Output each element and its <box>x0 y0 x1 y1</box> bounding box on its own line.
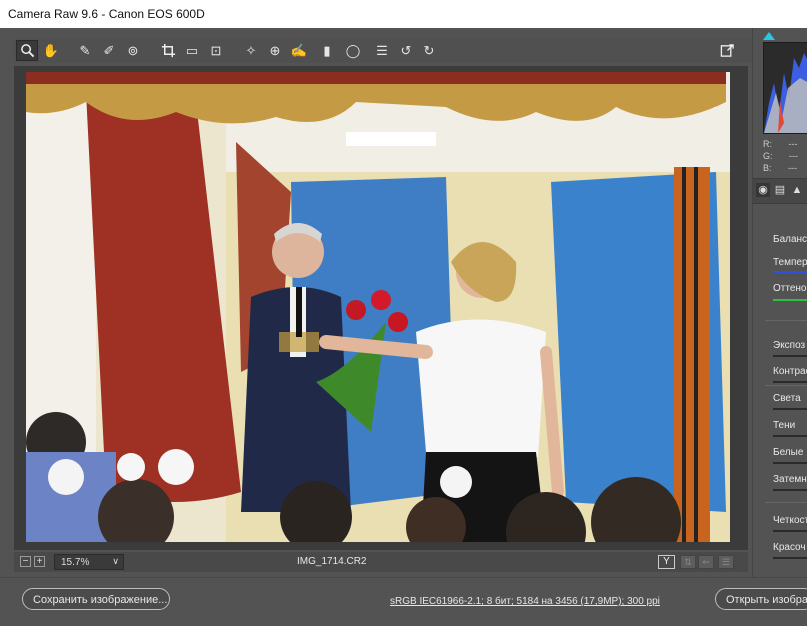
vibrance-slider[interactable] <box>773 557 807 559</box>
crop-tool[interactable] <box>157 40 179 61</box>
open-image-button[interactable]: Открыть изображение <box>715 588 807 610</box>
magnifier-icon <box>20 44 34 58</box>
hand-icon: ✋ <box>42 42 60 58</box>
exposure-slider[interactable] <box>773 355 807 357</box>
spot-removal-icon: ✧ <box>245 42 257 58</box>
photo-preview[interactable] <box>26 72 730 542</box>
radial-filter-tool[interactable]: ◯ <box>342 40 364 61</box>
highlights-label: Света <box>773 393 801 404</box>
brush-icon: ✍ <box>290 42 308 58</box>
fullscreen-button[interactable] <box>716 40 738 61</box>
straighten-tool[interactable]: ▭ <box>181 40 203 61</box>
radial-filter-icon: ◯ <box>345 42 361 58</box>
preview-settings-button[interactable]: ☰ <box>718 555 734 569</box>
white-balance-tool[interactable]: ✎ <box>74 40 96 61</box>
preview-status-bar: − + 15.7% ∨ IMG_1714.CR2 Y ⇅ ⇐ ☰ <box>14 552 748 572</box>
color-sampler-icon: ✐ <box>103 42 115 58</box>
blacks-label: Затемн <box>773 474 807 485</box>
zoom-out-button[interactable]: − <box>20 556 31 567</box>
panel-tabs: ◉ ▤ ▲ <box>753 178 807 204</box>
contrast-label: Контраст <box>773 366 807 377</box>
readout-b: B: --- <box>763 163 798 173</box>
readout-r: R: --- <box>763 139 798 149</box>
shadows-label: Тени <box>773 420 796 431</box>
whites-slider[interactable] <box>773 462 807 464</box>
temperature-slider[interactable] <box>773 271 807 273</box>
vibrance-label: Красоч <box>773 542 806 553</box>
rotate-cw-tool[interactable]: ↻ <box>418 40 440 61</box>
divider <box>765 385 807 386</box>
straighten-icon: ▭ <box>185 42 199 58</box>
window-title: Camera Raw 9.6 - Canon EOS 600D <box>8 7 205 21</box>
red-eye-icon: ⊕ <box>269 42 281 58</box>
file-name: IMG_1714.CR2 <box>297 556 367 567</box>
list-icon: ☰ <box>376 42 388 58</box>
before-after-toggle[interactable]: Y <box>658 555 675 569</box>
eyedropper-icon: ✎ <box>79 42 91 58</box>
shadow-clipping-warning-icon[interactable] <box>763 32 775 40</box>
graduated-filter-icon: ▮ <box>323 42 331 58</box>
clarity-slider[interactable] <box>773 530 807 532</box>
readout-g: G: --- <box>763 151 799 161</box>
adjustment-brush-tool[interactable]: ✍ <box>288 40 310 61</box>
targeted-adjustment-icon: ⊚ <box>127 42 139 58</box>
temperature-label: Темпера <box>773 257 807 268</box>
chevron-down-icon: ∨ <box>112 556 119 566</box>
rotate-ccw-tool[interactable]: ↺ <box>395 40 417 61</box>
whites-label: Белые <box>773 447 804 458</box>
spot-removal-tool[interactable]: ✧ <box>240 40 262 61</box>
red-eye-tool[interactable]: ⊕ <box>264 40 286 61</box>
histogram <box>763 42 807 134</box>
highlights-slider[interactable] <box>773 408 807 410</box>
histogram-graph <box>764 53 807 133</box>
zoom-in-button[interactable]: + <box>34 556 45 567</box>
tab-tone-curve[interactable]: ▤ <box>773 183 787 197</box>
zoom-tool[interactable] <box>16 40 38 61</box>
color-sampler-tool[interactable]: ✐ <box>98 40 120 61</box>
contrast-slider[interactable] <box>773 381 807 383</box>
tint-label: Оттенок <box>773 283 807 294</box>
workflow-options-link[interactable]: sRGB IEC61966-2.1; 8 бит; 5184 на 3456 (… <box>390 596 660 607</box>
title-bar: Camera Raw 9.6 - Canon EOS 600D <box>0 0 807 29</box>
hand-tool[interactable]: ✋ <box>40 40 62 61</box>
rotate-left-icon: ↺ <box>400 42 412 58</box>
tab-detail[interactable]: ▲ <box>790 183 804 197</box>
targeted-adjustment-tool[interactable]: ⊚ <box>122 40 144 61</box>
adjustments-panel: R: --- G: --- B: --- ◉ ▤ ▲ Баланс б Темп… <box>752 28 807 577</box>
clarity-label: Четкость <box>773 515 807 526</box>
toolbar: ✋ ✎ ✐ ⊚ ▭ ⊡ ✧ ⊕ ✍ ▮ ◯ ☰ ↺ ↻ <box>14 38 752 63</box>
image-preview <box>14 66 748 550</box>
tab-basic[interactable]: ◉ <box>756 183 770 197</box>
camera-raw-workspace: ✋ ✎ ✐ ⊚ ▭ ⊡ ✧ ⊕ ✍ ▮ ◯ ☰ ↺ ↻ − + 15.7% ∨ … <box>0 28 807 626</box>
copy-settings-button[interactable]: ⇐ <box>698 555 714 569</box>
crop-icon <box>161 43 175 58</box>
zoom-level-select[interactable]: 15.7% ∨ <box>54 554 124 570</box>
photo-image <box>26 72 730 542</box>
transform-tool[interactable]: ⊡ <box>205 40 227 61</box>
white-balance-label: Баланс б <box>773 234 807 245</box>
preferences-tool[interactable]: ☰ <box>371 40 393 61</box>
bottom-bar: Сохранить изображение... sRGB IEC61966-2… <box>0 577 807 626</box>
rotate-right-icon: ↻ <box>423 42 435 58</box>
swap-before-after-button[interactable]: ⇅ <box>680 555 696 569</box>
exposure-label: Экспоз <box>773 340 806 351</box>
save-image-button[interactable]: Сохранить изображение... <box>22 588 170 610</box>
graduated-filter-tool[interactable]: ▮ <box>316 40 338 61</box>
transform-icon: ⊡ <box>210 42 222 58</box>
shadows-slider[interactable] <box>773 435 807 437</box>
divider <box>765 502 807 503</box>
fullscreen-icon <box>720 44 734 57</box>
blacks-slider[interactable] <box>773 489 807 491</box>
divider <box>765 320 807 321</box>
zoom-level-value: 15.7% <box>61 557 90 568</box>
tint-slider[interactable] <box>773 299 807 301</box>
